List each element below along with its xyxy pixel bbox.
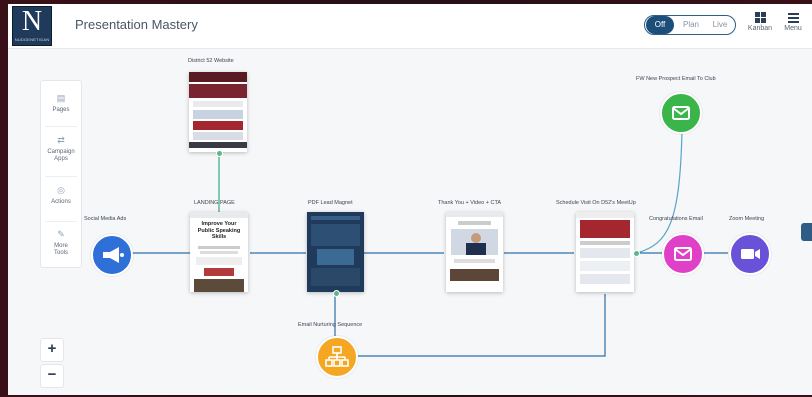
megaphone-icon (103, 247, 124, 263)
pdf-lead-magnet-node[interactable] (307, 212, 364, 292)
schedule-connection-dot[interactable] (633, 250, 640, 257)
nurture-sequence-label: Email Nurturing Sequence (298, 322, 363, 328)
landing-headline: Improve Your Public Speaking Skills (197, 221, 241, 240)
apps-icon: ⇄ (57, 135, 65, 145)
connector-nurture-schedule (354, 294, 606, 357)
thank-you-page-node[interactable] (446, 212, 503, 292)
email-icon (674, 247, 692, 261)
schedule-visit-label: Schedule Visit On D52's MeetUp (556, 200, 636, 206)
zoom-meeting-label: Zoom Meeting (729, 216, 765, 222)
social-media-ads-label: Social Media Ads (84, 216, 127, 222)
tool-campaign-apps[interactable]: ⇄ Campaign Apps (41, 135, 81, 163)
tool-pages[interactable]: ▤ Pages (41, 93, 81, 114)
landing-page-node[interactable]: Improve Your Public Speaking Skills (190, 212, 248, 292)
video-icon (741, 249, 760, 259)
tool-actions[interactable]: ◎ Actions (41, 185, 81, 206)
nurture-sequence-node[interactable] (316, 336, 358, 378)
zoom-in-button[interactable]: + (40, 338, 64, 362)
fwd-email-label: FW New Prospect Email To Club (636, 76, 716, 82)
sitemap-icon (325, 346, 349, 367)
tool-more-tools-label: More Tools (53, 243, 68, 256)
thank-you-label: Thank You + Video + CTA (438, 200, 502, 206)
target-icon: ◎ (57, 185, 65, 195)
congrats-email-node[interactable] (662, 233, 704, 275)
page-icon: ▤ (56, 93, 66, 103)
tool-pages-label: Pages (52, 107, 70, 113)
zoom-meeting-node[interactable] (729, 233, 771, 275)
flow-connectors (130, 129, 728, 357)
district-website-page[interactable] (189, 72, 247, 152)
tool-more-tools[interactable]: ✎ More Tools (41, 229, 81, 257)
tool-actions-label: Actions (51, 199, 71, 205)
congrats-email-label: Congratulations Email (649, 216, 703, 222)
social-media-ads-node[interactable] (91, 234, 133, 276)
app-window: N NUDGENETIGAN Presentation Mastery Off … (8, 4, 812, 395)
tool-campaign-apps-label: Campaign Apps (47, 149, 75, 162)
landing-page-label: LANDING PAGE (194, 200, 235, 206)
zoom-out-button[interactable]: − (40, 364, 64, 388)
pdf-connection-dot[interactable] (333, 290, 340, 297)
schedule-visit-page-node[interactable] (576, 212, 634, 292)
side-panel-tab[interactable] (801, 223, 812, 241)
fwd-email-node[interactable] (660, 92, 702, 134)
pdf-lead-magnet-label: PDF Lead Magnet (308, 200, 353, 206)
tools-panel: ▤ Pages ⇄ Campaign Apps ◎ Actions ✎ More… (40, 80, 82, 268)
district-connection-dot[interactable] (216, 150, 223, 157)
district-website-label: District 52 Website (188, 58, 234, 64)
email-icon (672, 106, 690, 120)
wrench-icon: ✎ (57, 229, 65, 239)
